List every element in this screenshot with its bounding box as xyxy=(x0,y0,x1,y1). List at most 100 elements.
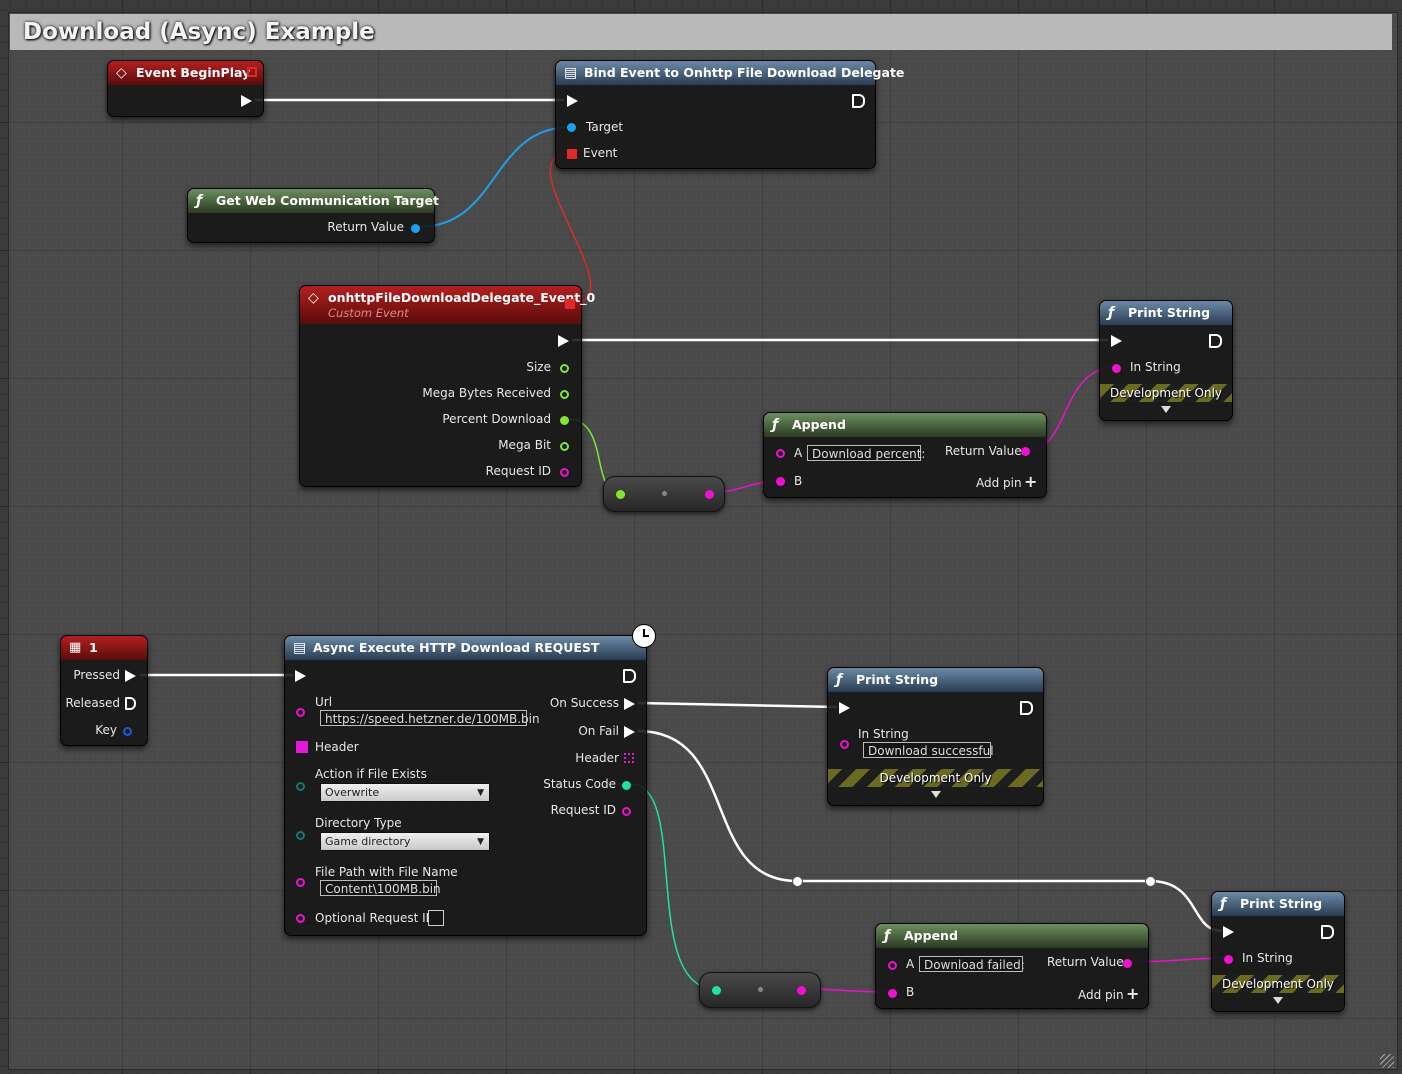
expand-arrow-icon[interactable] xyxy=(931,791,941,798)
pressed-exec-pin[interactable] xyxy=(125,670,136,682)
reroute-knot-2[interactable] xyxy=(1145,876,1156,887)
function-icon: ƒ xyxy=(772,417,779,433)
function-box-icon: ▤ xyxy=(293,640,307,656)
url-input[interactable]: https://speed.hetzner.de/100MB.bin xyxy=(320,710,540,726)
size-pin[interactable] xyxy=(560,364,569,373)
released-label: Released xyxy=(65,696,120,710)
development-only-banner: Development Only xyxy=(1100,384,1232,402)
request-id-out-pin[interactable] xyxy=(622,807,631,816)
in-string-pin[interactable] xyxy=(1224,955,1233,964)
optional-id-checkbox[interactable] xyxy=(428,910,444,926)
exec-out-pin[interactable] xyxy=(1321,925,1334,939)
mega-bit-pin[interactable] xyxy=(560,442,569,451)
header-struct-pin-icon[interactable] xyxy=(296,741,308,753)
append-percent-node[interactable]: ƒ Append A Download percent: Return Value… xyxy=(763,412,1047,498)
on-success-pin[interactable] xyxy=(624,698,635,710)
exec-out-pin[interactable] xyxy=(241,95,252,107)
mb-received-pin[interactable] xyxy=(560,390,569,399)
key-1-node[interactable]: ▦ 1 Pressed Released Key xyxy=(60,635,148,746)
event-delegate-pin[interactable] xyxy=(567,149,577,159)
released-exec-pin[interactable] xyxy=(125,697,136,710)
latent-clock-icon xyxy=(632,624,656,648)
conversion-in-pin[interactable] xyxy=(712,986,721,995)
in-string-pin[interactable] xyxy=(840,740,849,749)
bind-event-node[interactable]: ▤ Bind Event to Onhttp File Download Dele… xyxy=(555,60,904,169)
expand-arrow-icon[interactable] xyxy=(1273,997,1283,1004)
exec-in-pin[interactable] xyxy=(295,670,306,682)
in-string-label: In String xyxy=(1242,951,1293,965)
append-failed-node[interactable]: ƒ Append A Download failed: Return Value … xyxy=(875,923,1149,1009)
bind-event-title: Bind Event to Onhttp File Download Deleg… xyxy=(584,65,905,80)
exec-out-pin[interactable] xyxy=(623,669,636,683)
url-pin[interactable] xyxy=(296,708,305,717)
on-fail-pin[interactable] xyxy=(624,726,635,738)
request-id-label: Request ID xyxy=(485,464,551,478)
exec-in-pin[interactable] xyxy=(839,702,850,714)
function-icon: ƒ xyxy=(196,193,203,209)
add-pin-label[interactable]: Add pin xyxy=(1078,988,1124,1002)
return-value-pin[interactable] xyxy=(1123,959,1132,968)
print-string-header: ƒ Print String xyxy=(1212,892,1344,916)
b-pin[interactable] xyxy=(888,989,897,998)
conversion-node-percent[interactable] xyxy=(603,476,725,512)
conversion-in-pin[interactable] xyxy=(616,490,625,499)
status-code-pin[interactable] xyxy=(622,781,631,790)
path-pin[interactable] xyxy=(296,878,305,887)
print-string-title: Print String xyxy=(1128,305,1211,320)
event-beginplay-node[interactable]: ◇ Event BeginPlay xyxy=(107,60,264,117)
conversion-node-status[interactable] xyxy=(699,972,821,1008)
exec-out-pin[interactable] xyxy=(1020,701,1033,715)
exec-out-pin[interactable] xyxy=(558,335,569,347)
a-pin[interactable] xyxy=(888,961,897,970)
a-value-input[interactable]: Download failed: xyxy=(919,956,1025,972)
get-target-node[interactable]: ƒ Get Web Communication Target Return Val… xyxy=(187,188,439,243)
comment-resize-handle-icon[interactable] xyxy=(1380,1054,1394,1068)
key-1-header: ▦ 1 xyxy=(61,636,147,660)
print-string-percent-node[interactable]: ƒ Print String In String Development Only xyxy=(1099,300,1233,421)
delegate-out-pin[interactable] xyxy=(565,299,575,309)
optional-id-pin[interactable] xyxy=(296,914,305,923)
dir-dropdown[interactable]: Game directory ▼ xyxy=(320,832,490,851)
exec-out-pin[interactable] xyxy=(1209,334,1222,348)
key-pin[interactable] xyxy=(123,727,132,736)
async-execute-node[interactable]: ▤ Async Execute HTTP Download REQUEST Url… xyxy=(284,635,647,936)
add-pin-plus-icon[interactable]: + xyxy=(1126,984,1139,1003)
bind-event-header: ▤ Bind Event to Onhttp File Download Dele… xyxy=(556,61,904,85)
request-id-pin[interactable] xyxy=(560,468,569,477)
exec-out-pin[interactable] xyxy=(852,94,865,108)
dir-pin[interactable] xyxy=(296,831,305,840)
a-value-input[interactable]: Download percent: xyxy=(807,445,925,461)
in-string-pin[interactable] xyxy=(1112,364,1121,373)
custom-event-node[interactable]: ◇ onhttpFileDownloadDelegate_Event_0 Cust… xyxy=(299,285,595,487)
target-pin[interactable] xyxy=(567,123,576,132)
path-input[interactable]: Content\100MB.bin xyxy=(320,880,441,896)
event-beginplay-title: Event BeginPlay xyxy=(136,65,251,80)
header-out-struct-icon[interactable] xyxy=(624,753,634,763)
in-string-input[interactable]: Download successful xyxy=(863,742,994,758)
append-header: ƒ Append xyxy=(764,413,1046,437)
on-fail-label: On Fail xyxy=(578,724,619,738)
return-value-pin[interactable] xyxy=(1021,447,1030,456)
percent-download-pin[interactable] xyxy=(560,416,569,425)
print-string-fail-node[interactable]: ƒ Print String In String Development Only xyxy=(1211,891,1345,1012)
a-pin[interactable] xyxy=(776,449,785,458)
action-pin[interactable] xyxy=(296,782,305,791)
conversion-out-pin[interactable] xyxy=(797,986,806,995)
add-pin-plus-icon[interactable]: + xyxy=(1024,472,1037,491)
b-pin[interactable] xyxy=(776,477,785,486)
target-label: Target xyxy=(586,120,624,134)
async-execute-header: ▤ Async Execute HTTP Download REQUEST xyxy=(285,636,646,660)
delegate-pin-square-icon[interactable] xyxy=(247,67,257,77)
reroute-knot-1[interactable] xyxy=(792,876,803,887)
exec-in-pin[interactable] xyxy=(567,95,578,107)
print-string-success-node[interactable]: ƒ Print String In String Download success… xyxy=(827,667,1044,806)
exec-in-pin[interactable] xyxy=(1111,335,1122,347)
expand-arrow-icon[interactable] xyxy=(1161,406,1171,413)
exec-in-pin[interactable] xyxy=(1223,926,1234,938)
action-dropdown-value: Overwrite xyxy=(325,786,380,799)
return-value-pin[interactable] xyxy=(411,224,420,233)
mega-bit-label: Mega Bit xyxy=(498,438,551,452)
action-dropdown[interactable]: Overwrite ▼ xyxy=(320,783,490,802)
conversion-out-pin[interactable] xyxy=(705,490,714,499)
add-pin-label[interactable]: Add pin xyxy=(976,476,1022,490)
